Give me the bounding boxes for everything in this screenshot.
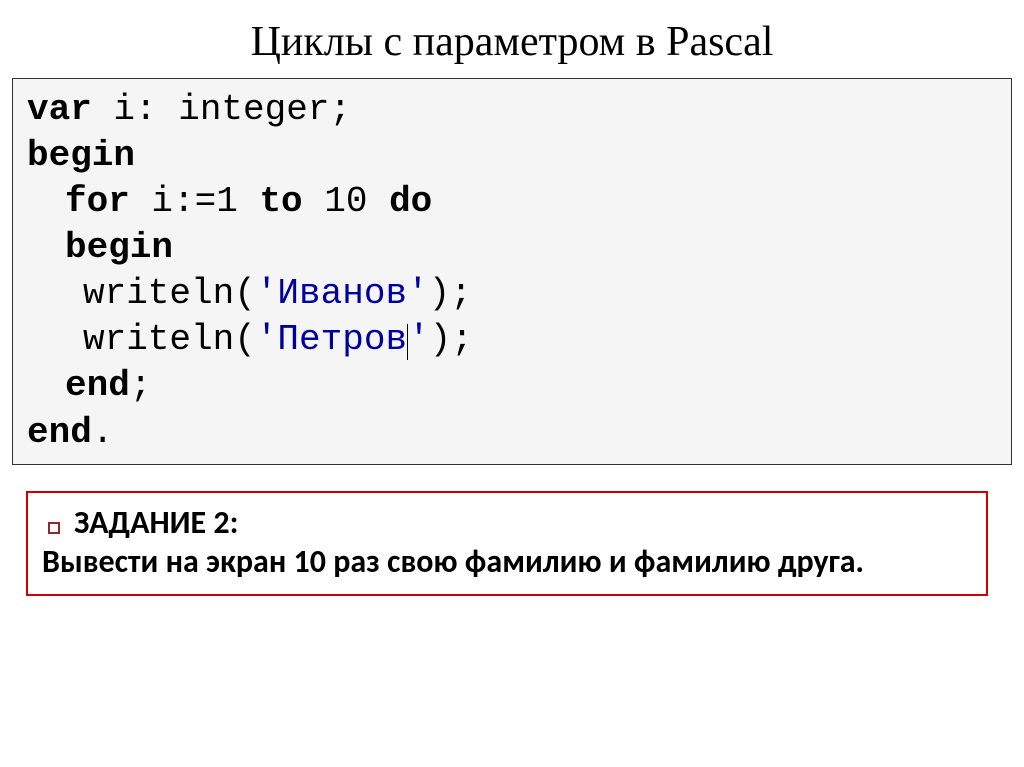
end-outer-dot: . [92, 412, 114, 453]
keyword-begin: begin [27, 135, 135, 176]
keyword-var: var [27, 89, 92, 130]
var-decl: i: integer; [92, 89, 351, 130]
code-line-var: var i: integer; [27, 87, 997, 133]
keyword-end-inner: end [65, 365, 130, 406]
task-box: ЗАДАНИЕ 2: Вывести на экран 10 раз свою … [26, 491, 988, 596]
bullet-square-icon [48, 522, 60, 534]
code-line-begin2: begin [27, 225, 997, 271]
keyword-to: to [259, 181, 302, 222]
code-line-writeln2: writeln('Петров'); [27, 317, 997, 363]
writeln1-call: writeln( [83, 273, 256, 314]
writeln2-call: writeln( [83, 319, 256, 360]
code-line-end-inner: end; [27, 363, 997, 409]
for-limit: 10 [303, 181, 389, 222]
keyword-begin-inner: begin [65, 227, 173, 268]
code-line-for: for i:=1 to 10 do [27, 179, 997, 225]
keyword-do: do [389, 181, 432, 222]
string-petrov-a: 'Петров [256, 319, 407, 360]
code-line-end-outer: end. [27, 410, 997, 456]
writeln1-end: ); [429, 273, 472, 314]
for-var: i:=1 [130, 181, 260, 222]
slide-title: Циклы с параметром в Pascal [0, 0, 1024, 78]
code-line-begin: begin [27, 133, 997, 179]
string-petrov-b: ' [408, 319, 430, 360]
code-block: var i: integer; begin for i:=1 to 10 do … [12, 78, 1012, 465]
string-ivanov: 'Иванов' [256, 273, 429, 314]
end-inner-semi: ; [130, 365, 152, 406]
task-title: ЗАДАНИЕ 2: [74, 503, 238, 542]
writeln2-end: ); [430, 319, 473, 360]
code-line-writeln1: writeln('Иванов'); [27, 271, 997, 317]
keyword-end-outer: end [27, 412, 92, 453]
task-text: Вывести на экран 10 раз свою фамилию и ф… [42, 542, 972, 582]
task-header: ЗАДАНИЕ 2: [42, 503, 972, 542]
keyword-for: for [65, 181, 130, 222]
